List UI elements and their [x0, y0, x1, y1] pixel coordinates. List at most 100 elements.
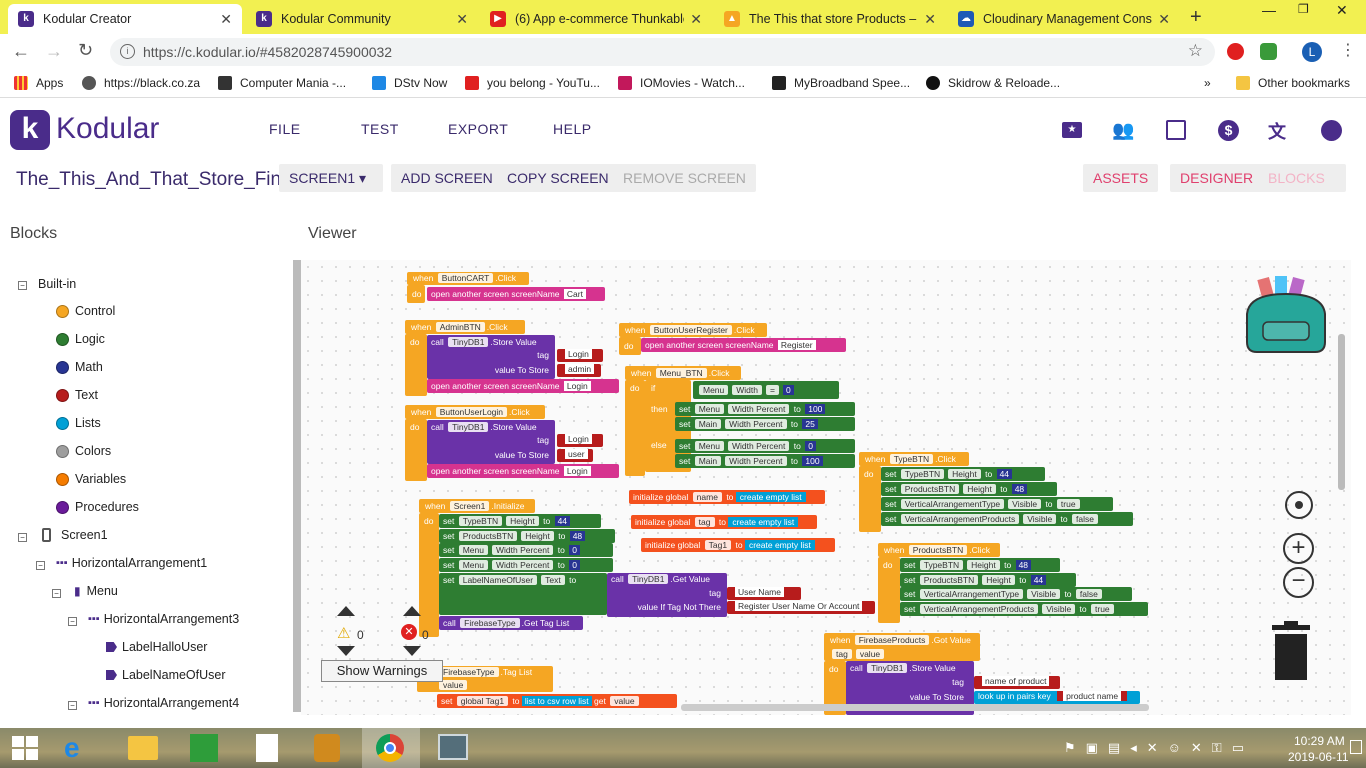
text-block[interactable]: name of product — [974, 676, 1060, 689]
set-block[interactable]: set TypeBTN Height to 48 — [900, 558, 1060, 572]
text-block[interactable]: Register User Name Or Account — [727, 601, 875, 614]
dollar-icon[interactable]: $ — [1218, 120, 1239, 141]
component-dropdown[interactable]: TinyDB1 — [628, 574, 669, 584]
bookmark-skidrow[interactable]: Skidrow & Reloade... — [926, 76, 1060, 90]
text-value[interactable]: Login — [565, 349, 592, 359]
menu-help[interactable]: HELP — [553, 121, 592, 137]
bookmark-computer-mania[interactable]: Computer Mania -... — [218, 76, 346, 90]
window-close-icon[interactable]: ✕ — [1336, 2, 1348, 19]
get-value-block[interactable]: call TinyDB1 .Get Value tag value If Tag … — [607, 573, 727, 617]
show-warnings-button[interactable]: Show Warnings — [321, 660, 443, 682]
text-block[interactable]: user — [557, 449, 593, 462]
text-block[interactable]: Login — [557, 349, 603, 362]
bookmark-apps[interactable]: Apps — [14, 76, 63, 90]
property-dropdown[interactable]: Visible — [1027, 589, 1061, 599]
translate-icon[interactable]: 文 — [1268, 118, 1286, 144]
component-dropdown[interactable]: VerticalArrangementType — [900, 499, 1005, 509]
document-icon[interactable] — [256, 734, 278, 762]
set-block[interactable]: set LabelNameOfUser Text to — [439, 573, 607, 615]
global-variable-block[interactable]: initialize global tag to create empty li… — [631, 515, 817, 529]
boolean-dropdown[interactable]: true — [1091, 604, 1114, 614]
collapse-toggle[interactable]: − — [68, 701, 77, 710]
event-block-typebtn[interactable]: when TypeBTN .Click — [859, 452, 969, 466]
warning-down-arrow-icon[interactable] — [337, 646, 355, 656]
component-dropdown[interactable]: TypeBTN — [919, 560, 964, 570]
event-block-buttonuserregister[interactable]: when ButtonUserRegister .Click — [619, 323, 767, 337]
gallery-icon[interactable]: ★ — [1062, 122, 1082, 138]
internet-explorer-icon[interactable]: e — [64, 734, 94, 762]
account-icon[interactable] — [1321, 120, 1342, 141]
set-block[interactable]: set VerticalArrangementType Visible to fa… — [900, 587, 1132, 601]
list-block[interactable]: create empty list — [735, 492, 806, 502]
global-variable-block[interactable]: initialize global Tag1 to create empty l… — [641, 538, 835, 552]
event-block-adminbtn[interactable]: when AdminBTN .Click — [405, 320, 525, 334]
event-block-buttonuserlogin[interactable]: when ButtonUserLogin .Click — [405, 405, 545, 419]
component-dropdown[interactable]: Main — [694, 419, 722, 429]
zoom-out-icon[interactable]: − — [1283, 567, 1314, 598]
variable-name[interactable]: tag — [694, 517, 715, 527]
collapse-toggle[interactable]: − — [18, 281, 27, 290]
windows-start-icon[interactable] — [12, 736, 38, 760]
text-value[interactable]: product name — [1063, 691, 1122, 701]
collapse-toggle[interactable]: − — [68, 617, 77, 626]
property-dropdown[interactable]: Width Percent — [727, 404, 790, 414]
call-block[interactable]: call FirebaseType .Get Tag List — [439, 616, 583, 630]
variable-name[interactable]: Tag1 — [704, 540, 732, 550]
open-screen-block[interactable]: open another screen screenName Register — [641, 338, 846, 352]
component-dropdown[interactable]: ProductsBTN — [919, 575, 979, 585]
text-value[interactable]: name of product — [982, 676, 1050, 686]
number-value[interactable]: 100 — [802, 456, 823, 466]
center-workspace-icon[interactable] — [1285, 491, 1313, 519]
open-screen-block[interactable]: open another screen screenName Cart — [427, 287, 605, 301]
property-dropdown[interactable]: Height — [982, 575, 1015, 585]
number-value[interactable]: 0 — [805, 441, 816, 451]
avatar[interactable]: L — [1302, 42, 1322, 62]
vertical-scrollbar[interactable] — [1338, 334, 1345, 490]
add-screen-button[interactable]: ADD SCREEN — [391, 164, 503, 192]
minimize-icon[interactable]: — — [1262, 2, 1276, 18]
text-block[interactable]: admin — [557, 364, 601, 377]
collapse-toggle[interactable]: − — [18, 533, 27, 542]
designer-button[interactable]: DESIGNER — [1170, 164, 1264, 192]
component-dropdown[interactable]: TinyDB1 — [448, 422, 489, 432]
property-dropdown[interactable]: Width Percent — [725, 456, 787, 466]
text-value[interactable]: Cart — [563, 289, 586, 299]
property-dropdown[interactable]: Height — [963, 484, 996, 494]
global-variable-block[interactable]: initialize global name to create empty l… — [629, 490, 825, 504]
event-block-menu-btn[interactable]: when Menu_BTN .Click — [625, 366, 741, 380]
category-logic[interactable]: Logic — [56, 332, 105, 346]
notifications-icon[interactable] — [1350, 740, 1362, 754]
file-explorer-icon[interactable] — [128, 736, 158, 760]
close-icon[interactable]: ✕ — [1158, 11, 1170, 28]
variable-name[interactable]: global Tag1 — [456, 696, 509, 706]
event-block-buttoncart[interactable]: when ButtonCART .Click — [407, 272, 529, 285]
copy-screen-button[interactable]: COPY SCREEN — [497, 164, 619, 192]
set-block[interactable]: set VerticalArrangementType Visible to tr… — [881, 497, 1113, 511]
trash-icon[interactable] — [1272, 621, 1310, 681]
set-block[interactable]: set ProductsBTN Height to 48 — [881, 482, 1057, 496]
set-block[interactable]: set VerticalArrangementProducts Visible t… — [900, 602, 1148, 616]
property-dropdown[interactable]: Width Percent — [491, 560, 554, 570]
number-value[interactable]: 25 — [802, 419, 818, 429]
menu-test[interactable]: TEST — [361, 121, 399, 137]
component-dropdown[interactable]: ButtonUserRegister — [649, 325, 732, 335]
category-variables[interactable]: Variables — [56, 472, 126, 486]
tree-label-name-of-user[interactable]: LabelNameOfUser — [106, 668, 226, 682]
tree-built-in[interactable]: Built-in — [38, 277, 76, 291]
store-value-block[interactable]: call TinyDB1 .Store Value tag value To St… — [427, 335, 555, 379]
boolean-dropdown[interactable]: false — [1072, 514, 1098, 524]
parameter-name[interactable]: value — [439, 680, 468, 690]
number-value[interactable]: 44 — [554, 516, 571, 526]
operator-dropdown[interactable]: = — [766, 385, 779, 395]
component-dropdown[interactable]: Menu — [699, 385, 729, 395]
chrome-icon[interactable] — [362, 728, 420, 768]
component-dropdown[interactable]: FirebaseType — [439, 667, 499, 677]
compare-block[interactable]: Menu Width = 0 — [693, 381, 839, 399]
logo-text[interactable]: Kodular — [56, 112, 159, 146]
category-procedures[interactable]: Procedures — [56, 500, 139, 514]
bookmark-dstv[interactable]: DStv Now — [372, 76, 447, 90]
close-icon[interactable]: ✕ — [456, 11, 468, 28]
reload-icon[interactable]: ↻ — [78, 40, 93, 61]
variable-name[interactable]: value — [610, 696, 639, 706]
back-arrow-icon[interactable]: ← — [12, 41, 30, 62]
